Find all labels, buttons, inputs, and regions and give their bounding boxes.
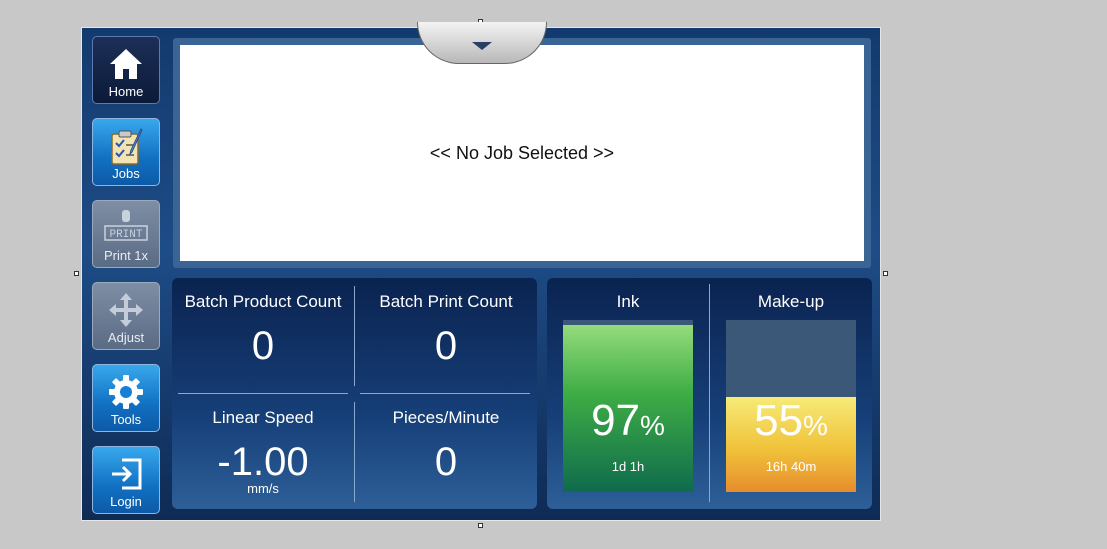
login-button[interactable]: Login — [92, 446, 160, 514]
adjust-button[interactable]: Adjust — [92, 282, 160, 350]
login-icon — [93, 453, 159, 495]
svg-text:PRINT: PRINT — [109, 229, 142, 241]
batch-product-count[interactable]: Batch Product Count 0 — [172, 278, 354, 369]
jobs-button[interactable]: Jobs — [92, 118, 160, 186]
fluids-panel: Ink 97% 1d 1h Make-up 55% 16h 40m — [547, 278, 872, 509]
home-label: Home — [108, 84, 144, 99]
linear-speed[interactable]: Linear Speed -1.00 mm/s — [172, 394, 354, 496]
divider — [354, 402, 355, 502]
job-preview[interactable]: << No Job Selected >> — [180, 45, 864, 261]
makeup-percent: 55% — [726, 396, 856, 446]
batch-print-count-label: Batch Print Count — [379, 292, 513, 311]
makeup-percent-value: 55 — [754, 396, 804, 445]
resize-handle-bottom[interactable] — [478, 523, 483, 528]
divider — [178, 393, 348, 394]
home-button[interactable]: Home — [92, 36, 160, 104]
login-label: Login — [110, 494, 142, 509]
jobs-label: Jobs — [112, 166, 140, 181]
batch-print-count[interactable]: Batch Print Count 0 — [355, 278, 537, 369]
makeup-percent-sign: % — [803, 410, 828, 441]
batch-product-count-label: Batch Product Count — [184, 292, 342, 311]
no-job-message: << No Job Selected >> — [429, 142, 615, 163]
pieces-per-minute[interactable]: Pieces/Minute 0 — [355, 394, 537, 485]
linear-speed-value: -1.00 — [217, 440, 309, 484]
resize-handle-right[interactable] — [883, 271, 888, 276]
linear-speed-unit: mm/s — [247, 481, 279, 496]
print-once-label: Print 1x — [103, 248, 149, 263]
printer-home-screen: Home Jobs PRINT Print 1x Adjust Tools Lo… — [81, 22, 881, 521]
pieces-per-minute-value: 0 — [434, 440, 458, 484]
ink-title: Ink — [616, 292, 640, 311]
jobs-clipboard-icon — [93, 125, 159, 167]
ink-gauge[interactable]: 97% 1d 1h — [563, 320, 693, 492]
move-arrows-icon — [93, 289, 159, 331]
chevron-down-icon — [472, 42, 492, 50]
divider — [354, 286, 355, 386]
print-once-button[interactable]: PRINT Print 1x — [92, 200, 160, 268]
ink-percent-value: 97 — [591, 396, 641, 445]
tools-button[interactable]: Tools — [92, 364, 160, 432]
divider — [709, 284, 710, 502]
adjust-label: Adjust — [107, 330, 145, 345]
gear-icon — [93, 371, 159, 413]
ink-remaining: 1d 1h — [611, 459, 645, 474]
home-icon — [93, 43, 159, 85]
tools-label: Tools — [110, 412, 142, 427]
divider — [360, 393, 530, 394]
batch-product-count-value: 0 — [251, 324, 275, 368]
print-icon: PRINT — [93, 207, 159, 249]
makeup-title: Make-up — [757, 292, 825, 311]
resize-handle-left[interactable] — [74, 271, 79, 276]
makeup-remaining: 16h 40m — [765, 459, 817, 474]
counts-panel: Batch Product Count 0 Batch Print Count … — [172, 278, 537, 509]
linear-speed-label: Linear Speed — [212, 408, 314, 427]
pieces-per-minute-label: Pieces/Minute — [392, 408, 500, 427]
ink-percent: 97% — [563, 396, 693, 446]
batch-print-count-value: 0 — [434, 324, 458, 368]
makeup-gauge[interactable]: 55% 16h 40m — [726, 320, 856, 492]
ink-percent-sign: % — [640, 410, 665, 441]
